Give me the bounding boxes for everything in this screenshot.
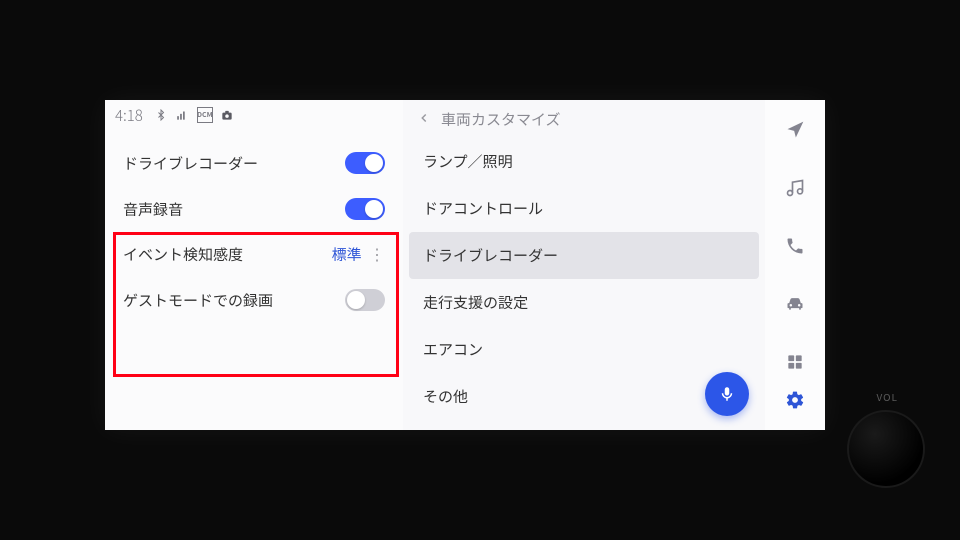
toggle-guest-mode[interactable] — [345, 289, 385, 311]
row-event-sensitivity[interactable]: イベント検知感度 標準 ⋮ — [105, 232, 403, 277]
category-header[interactable]: 車両カスタマイズ — [403, 100, 765, 138]
settings-rows: ドライブレコーダー 音声録音 イベント検知感度 標準 ⋮ — [105, 130, 403, 430]
signal-icon — [175, 107, 191, 123]
row-audio-record: 音声録音 — [105, 186, 403, 232]
apps-icon[interactable] — [777, 344, 813, 380]
device-bezel: { "status": { "clock": "4:18", "icons": … — [0, 0, 960, 540]
app-rail — [765, 100, 825, 430]
screen: 4:18 DCM ドライブレコーダー — [105, 100, 825, 430]
row-label: ドライブレコーダー — [123, 153, 345, 174]
row-guest-mode-record: ゲストモードでの録画 — [105, 277, 403, 323]
bluetooth-icon — [153, 107, 169, 123]
clock: 4:18 — [115, 105, 143, 126]
dcm-icon: DCM — [197, 107, 213, 123]
menu-item-lamp[interactable]: ランプ／照明 — [403, 138, 765, 185]
chevron-left-icon[interactable] — [417, 109, 431, 130]
nav-icon[interactable] — [777, 112, 813, 148]
menu-item-door[interactable]: ドアコントロール — [403, 185, 765, 232]
sensitivity-value[interactable]: 標準 — [332, 244, 362, 265]
menu-item-aircon[interactable]: エアコン — [403, 326, 765, 373]
music-icon[interactable] — [777, 170, 813, 206]
menu-item-drive-recorder[interactable]: ドライブレコーダー — [409, 232, 759, 279]
row-drive-recorder: ドライブレコーダー — [105, 140, 403, 186]
volume-knob[interactable] — [847, 410, 925, 488]
toggle-drive-recorder[interactable] — [345, 152, 385, 174]
car-icon[interactable] — [777, 286, 813, 322]
camera-icon — [219, 107, 235, 123]
menu-item-driving-support[interactable]: 走行支援の設定 — [403, 279, 765, 326]
status-bar: 4:18 DCM — [105, 100, 403, 130]
settings-icon[interactable] — [777, 382, 813, 418]
settings-detail-panel: 4:18 DCM ドライブレコーダー — [105, 100, 403, 430]
category-title: 車両カスタマイズ — [441, 109, 561, 130]
toggle-audio-record[interactable] — [345, 198, 385, 220]
row-label: ゲストモードでの録画 — [123, 290, 345, 311]
volume-label: VOL — [877, 389, 898, 404]
row-label: 音声録音 — [123, 199, 345, 220]
kebab-icon[interactable]: ⋮ — [369, 241, 385, 265]
voice-button[interactable] — [705, 372, 749, 416]
row-label: イベント検知感度 — [123, 244, 332, 265]
phone-icon[interactable] — [777, 228, 813, 264]
